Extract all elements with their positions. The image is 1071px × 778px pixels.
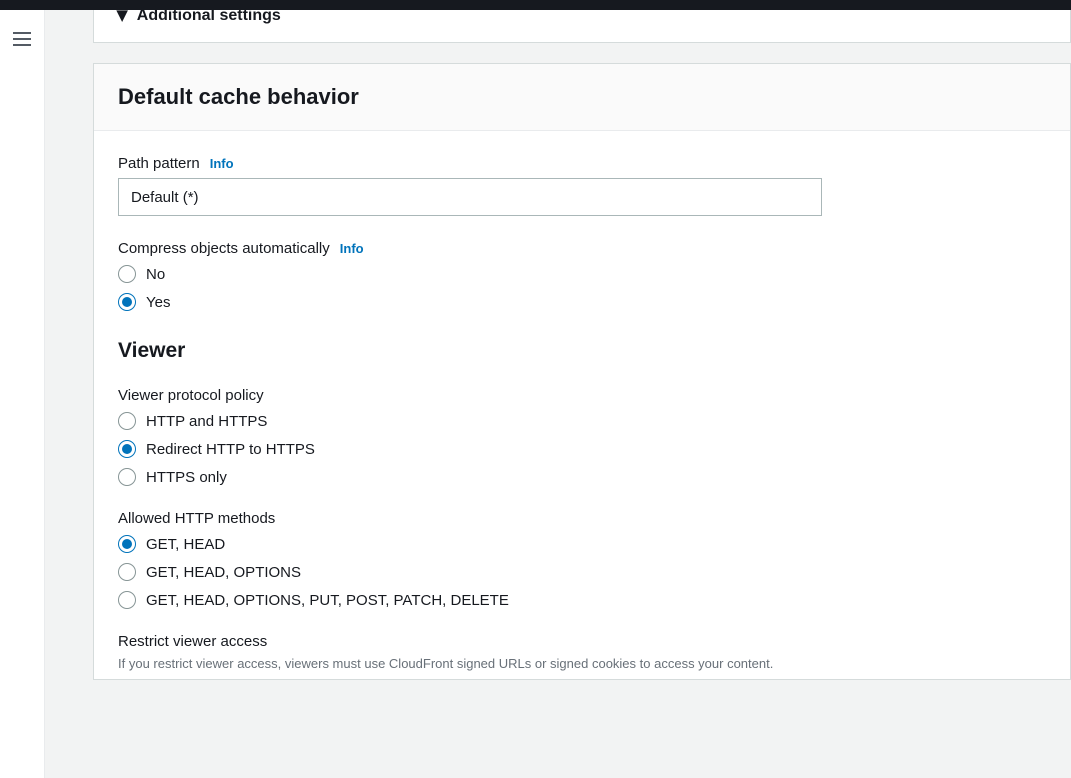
panel-title: Default cache behavior [118, 84, 1046, 110]
side-rail [0, 10, 45, 778]
viewer-heading: Viewer [118, 339, 1046, 363]
allowed-methods-gho-label: GET, HEAD, OPTIONS [146, 564, 301, 581]
viewer-protocol-https-only-option[interactable]: HTTPS only [118, 468, 1046, 486]
menu-toggle-icon[interactable] [13, 32, 31, 46]
radio-icon [118, 265, 136, 283]
origin-panel-fragment: ▶ Additional settings [93, 10, 1071, 43]
allowed-methods-all-label: GET, HEAD, OPTIONS, PUT, POST, PATCH, DE… [146, 592, 509, 609]
restrict-access-label: Restrict viewer access [118, 633, 267, 650]
radio-icon [118, 468, 136, 486]
cache-behavior-panel: Default cache behavior Path pattern Info… [93, 63, 1071, 680]
allowed-methods-gh-option[interactable]: GET, HEAD [118, 535, 1046, 553]
radio-icon [118, 591, 136, 609]
viewer-protocol-redirect-option[interactable]: Redirect HTTP to HTTPS [118, 440, 1046, 458]
viewer-protocol-redirect-label: Redirect HTTP to HTTPS [146, 441, 315, 458]
path-pattern-value: Default (*) [131, 189, 199, 206]
compress-label: Compress objects automatically [118, 240, 330, 257]
panel-header: Default cache behavior [94, 64, 1070, 131]
allowed-methods-radio-group: GET, HEAD GET, HEAD, OPTIONS GET, HEAD, … [118, 535, 1046, 609]
compress-no-option[interactable]: No [118, 265, 1046, 283]
compress-yes-label: Yes [146, 294, 170, 311]
viewer-protocol-both-option[interactable]: HTTP and HTTPS [118, 412, 1046, 430]
caret-right-icon: ▶ [116, 11, 130, 22]
top-nav-bar [0, 0, 1071, 10]
allowed-methods-label: Allowed HTTP methods [118, 510, 275, 527]
radio-checked-icon [118, 293, 136, 311]
allowed-methods-gho-option[interactable]: GET, HEAD, OPTIONS [118, 563, 1046, 581]
viewer-protocol-https-only-label: HTTPS only [146, 469, 227, 486]
path-pattern-label: Path pattern [118, 155, 200, 172]
radio-checked-icon [118, 440, 136, 458]
restrict-access-help: If you restrict viewer access, viewers m… [118, 656, 1046, 671]
compress-radio-group: No Yes [118, 265, 1046, 311]
viewer-protocol-radio-group: HTTP and HTTPS Redirect HTTP to HTTPS HT… [118, 412, 1046, 486]
path-pattern-info-link[interactable]: Info [210, 156, 234, 171]
additional-settings-label: Additional settings [137, 10, 281, 24]
compress-yes-option[interactable]: Yes [118, 293, 1046, 311]
path-pattern-input[interactable]: Default (*) [118, 178, 822, 216]
compress-no-label: No [146, 266, 165, 283]
viewer-protocol-label: Viewer protocol policy [118, 387, 264, 404]
radio-checked-icon [118, 535, 136, 553]
additional-settings-toggle[interactable]: ▶ Additional settings [94, 10, 1070, 40]
radio-icon [118, 563, 136, 581]
content-area: ▶ Additional settings Default cache beha… [45, 10, 1071, 778]
radio-icon [118, 412, 136, 430]
allowed-methods-gh-label: GET, HEAD [146, 536, 225, 553]
compress-info-link[interactable]: Info [340, 241, 364, 256]
viewer-protocol-both-label: HTTP and HTTPS [146, 413, 267, 430]
allowed-methods-all-option[interactable]: GET, HEAD, OPTIONS, PUT, POST, PATCH, DE… [118, 591, 1046, 609]
